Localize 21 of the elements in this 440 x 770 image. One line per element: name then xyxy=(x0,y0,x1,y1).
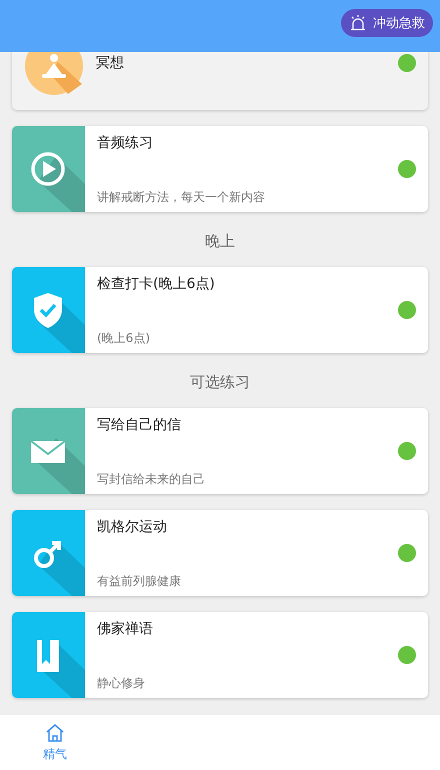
section-heading: 晚上 xyxy=(204,232,236,251)
exercise-card[interactable]: 凯格尔运动 有益前列腺健康 xyxy=(12,510,428,596)
card-subtitle: (晚上6点) xyxy=(97,330,151,347)
exercise-card[interactable]: 音频练习 讲解戒断方法，每天一个新内容 xyxy=(12,126,428,212)
alarm-light-icon xyxy=(349,14,367,32)
card-subtitle: 写封信给未来的自己 xyxy=(97,471,206,488)
card-subtitle: 有益前列腺健康 xyxy=(97,573,182,590)
card-title: 检查打卡(晚上6点) xyxy=(97,275,216,293)
emergency-button[interactable]: 冲动急救 xyxy=(341,9,433,37)
exercise-card[interactable]: 佛家禅语 静心修身 xyxy=(12,612,428,698)
card-subtitle: 静心修身 xyxy=(97,675,146,692)
card-title: 写给自己的信 xyxy=(97,416,182,434)
card-title: 佛家禅语 xyxy=(97,620,154,638)
exercise-card[interactable]: 写给自己的信 写封信给未来的自己 xyxy=(12,408,428,494)
card-title: 凯格尔运动 xyxy=(97,518,168,536)
exercise-card[interactable]: 检查打卡(晚上6点) (晚上6点) xyxy=(12,267,428,353)
card-subtitle: 讲解戒断方法，每天一个新内容 xyxy=(97,189,266,206)
home-icon xyxy=(45,722,65,742)
card-title: 音频练习 xyxy=(97,134,154,152)
card-title: 冥想 xyxy=(96,54,125,72)
section-heading: 可选练习 xyxy=(189,373,251,392)
